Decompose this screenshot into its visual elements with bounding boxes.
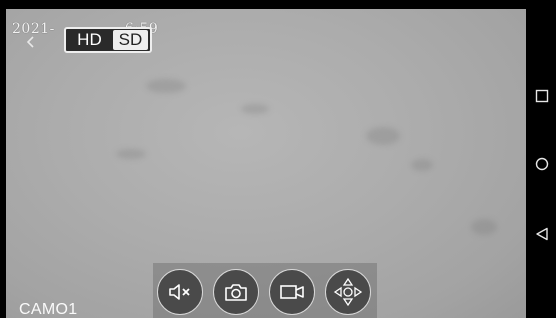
control-bar xyxy=(153,263,377,318)
feed-smudge xyxy=(116,149,146,159)
quality-hd-option[interactable]: HD xyxy=(68,30,111,50)
speaker-muted-icon xyxy=(169,284,190,300)
home-button[interactable] xyxy=(535,157,549,171)
camera-icon xyxy=(225,284,247,301)
back-nav-button[interactable] xyxy=(535,227,549,241)
recent-apps-button[interactable] xyxy=(535,89,549,103)
quality-sd-option[interactable]: SD xyxy=(112,30,148,50)
system-navigation-bar xyxy=(526,0,556,318)
snapshot-button[interactable] xyxy=(213,269,259,315)
feed-smudge xyxy=(366,127,400,145)
feed-smudge xyxy=(411,159,433,171)
back-arrow-icon[interactable] xyxy=(24,35,38,49)
triangle-back-icon xyxy=(536,227,548,241)
feed-smudge xyxy=(146,79,186,93)
square-icon xyxy=(535,89,549,103)
mute-button[interactable] xyxy=(157,269,203,315)
ptz-button[interactable] xyxy=(325,269,371,315)
feed-smudge xyxy=(241,104,269,114)
record-button[interactable] xyxy=(269,269,315,315)
directional-pad-icon xyxy=(333,277,363,307)
video-camera-icon xyxy=(280,285,304,299)
feed-smudge xyxy=(471,219,497,235)
quality-toggle[interactable]: HD SD xyxy=(64,27,152,53)
app-screen: 2021-6:59 HD SD CAMO1 xyxy=(0,0,556,318)
circle-icon xyxy=(535,157,549,171)
camera-name-label: CAMO1 xyxy=(19,301,78,318)
